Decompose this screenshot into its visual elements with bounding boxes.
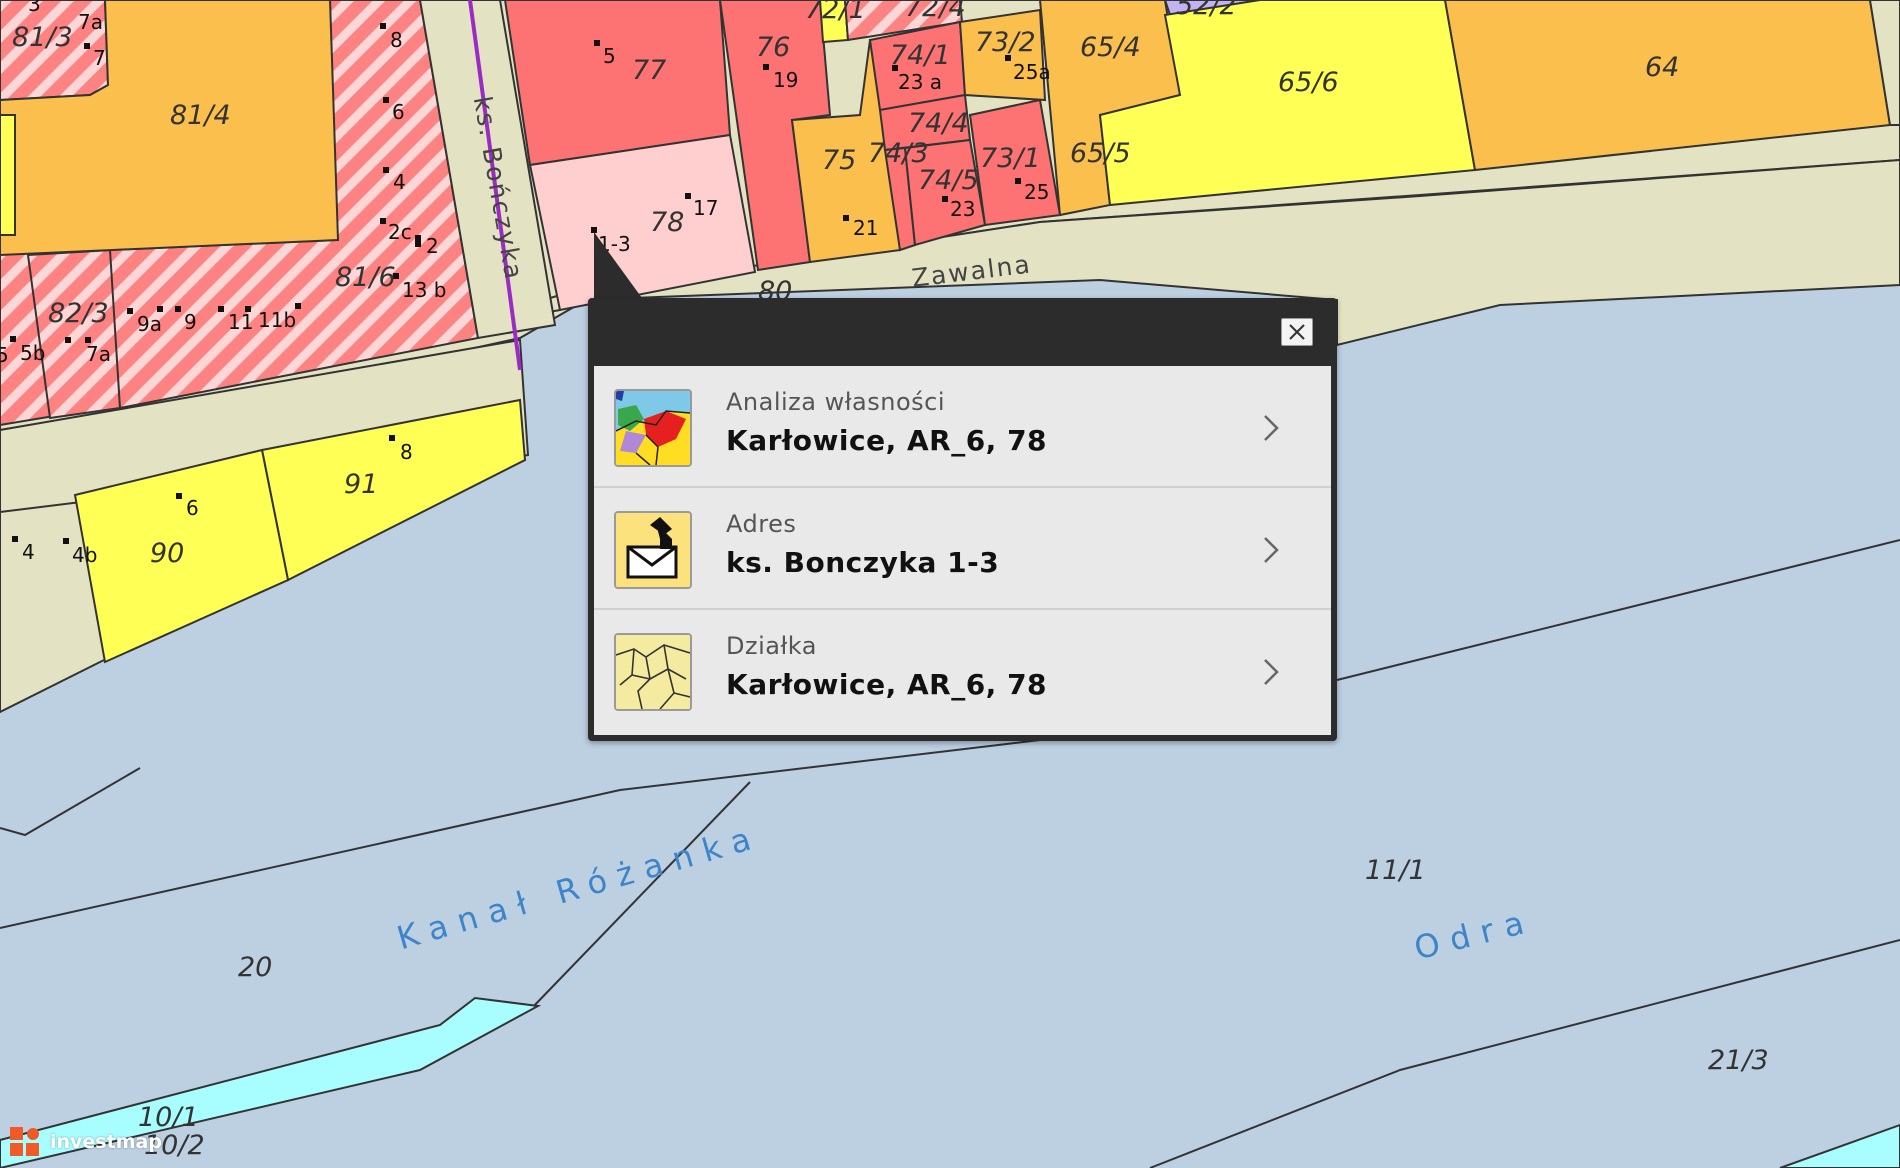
parcel-label: 82/3 bbox=[48, 298, 109, 329]
row-caption: Działka bbox=[726, 632, 817, 660]
parcel-label: 74/1 bbox=[890, 40, 951, 71]
street-label-bonczyka: ks. Bończyka bbox=[467, 93, 529, 283]
row-value: Karłowice, AR_6, 78 bbox=[726, 668, 1048, 701]
address-envelope-icon bbox=[614, 511, 692, 589]
chevron-right-icon bbox=[1264, 415, 1279, 441]
address-label: 7a bbox=[78, 10, 103, 34]
address-label: 4b bbox=[72, 543, 98, 567]
parcel-label: 81/4 bbox=[170, 100, 231, 131]
parcel-label: 77 bbox=[632, 55, 667, 86]
parcel-map-icon bbox=[614, 633, 692, 711]
parcel-label: 73/2 bbox=[975, 27, 1036, 58]
parcel-label: 20 bbox=[238, 952, 273, 983]
parcel-label: 78 bbox=[650, 207, 685, 238]
address-label: 4 bbox=[22, 540, 35, 564]
address-label: 5 bbox=[603, 44, 616, 68]
parcel-label: 65/5 bbox=[1070, 138, 1131, 169]
address-label: 25 bbox=[1024, 180, 1050, 204]
result-row-parcel[interactable]: Działka Karłowice, AR_6, 78 bbox=[594, 610, 1331, 733]
address-label: 2c bbox=[388, 220, 412, 244]
parcel-label: 74/5 bbox=[918, 165, 979, 196]
address-label: 5b bbox=[20, 341, 46, 365]
row-caption: Analiza własności bbox=[726, 388, 946, 416]
address-label: 11 bbox=[228, 310, 254, 334]
address-label: 13 b bbox=[402, 278, 447, 302]
address-label: 25a bbox=[1013, 60, 1051, 84]
address-label: 2 bbox=[426, 234, 439, 258]
row-value: ks. Bonczyka 1-3 bbox=[726, 546, 1000, 579]
parcel-label: 11/1 bbox=[1365, 855, 1426, 886]
row-caption: Adres bbox=[726, 510, 797, 538]
address-label: 5 bbox=[0, 343, 9, 367]
parcel-label: 75 bbox=[822, 145, 857, 176]
address-label: 8 bbox=[390, 28, 403, 52]
parcel-label: 76 bbox=[756, 32, 791, 63]
water-label-kanal: Kanał Różanka bbox=[392, 816, 766, 958]
address-label: 11b bbox=[258, 308, 297, 332]
address-label: 8 bbox=[400, 440, 413, 464]
address-label: 6 bbox=[392, 100, 405, 124]
address-label: 23 bbox=[950, 197, 976, 221]
address-label: 23 a bbox=[898, 70, 943, 94]
address-label: 19 bbox=[773, 68, 799, 92]
address-label: 9 bbox=[184, 310, 197, 334]
parcel-label: 65/4 bbox=[1080, 32, 1141, 63]
address-label: 6 bbox=[186, 496, 199, 520]
chevron-right-icon bbox=[1264, 537, 1279, 563]
ownership-analysis-map-icon bbox=[614, 389, 692, 467]
parcel-label: 73/1 bbox=[980, 143, 1041, 174]
address-label: 9a bbox=[137, 312, 162, 336]
parcel-label: 65/6 bbox=[1278, 67, 1339, 98]
watermark-text: investmap bbox=[50, 1131, 162, 1153]
close-button[interactable] bbox=[1281, 318, 1313, 346]
popup-body: Analiza własności Karłowice, AR_6, 78 Ad… bbox=[594, 366, 1331, 735]
parcel-label: 72/4 bbox=[905, 0, 966, 23]
parcel-label: 52/2 bbox=[1176, 0, 1237, 21]
result-row-address[interactable]: Adres ks. Bonczyka 1-3 bbox=[594, 488, 1331, 610]
parcel-label: 90 bbox=[150, 538, 185, 569]
watermark: investmap bbox=[8, 1124, 162, 1160]
parcel-label: 72/1 bbox=[805, 0, 866, 25]
chevron-right-icon bbox=[1264, 659, 1279, 685]
address-label: 7a bbox=[86, 342, 111, 366]
close-icon bbox=[1289, 324, 1305, 340]
address-label: 4 bbox=[393, 170, 406, 194]
address-label: 17 bbox=[693, 196, 719, 220]
feature-info-popup: Analiza własności Karłowice, AR_6, 78 Ad… bbox=[588, 298, 1337, 741]
parcel-label: 81/6 bbox=[335, 262, 396, 293]
water-label-odra: Odra bbox=[1410, 900, 1539, 968]
parcel-label: 74/4 bbox=[908, 108, 969, 139]
street-label-zawalna: Zawalna bbox=[910, 249, 1034, 293]
parcel-label: 91 bbox=[344, 469, 379, 500]
popup-tail bbox=[594, 232, 642, 298]
investmap-logo-icon bbox=[10, 1127, 39, 1156]
parcel-label: 81/3 bbox=[12, 22, 73, 53]
address-label: 21 bbox=[853, 216, 879, 240]
address-label: 3 bbox=[28, 0, 41, 16]
popup-header bbox=[588, 298, 1337, 366]
parcel-label: 21/3 bbox=[1708, 1045, 1769, 1076]
parcel-label: 64 bbox=[1645, 52, 1680, 83]
result-row-ownership[interactable]: Analiza własności Karłowice, AR_6, 78 bbox=[594, 366, 1331, 488]
address-label: 7 bbox=[93, 46, 106, 70]
row-value: Karłowice, AR_6, 78 bbox=[726, 424, 1048, 457]
